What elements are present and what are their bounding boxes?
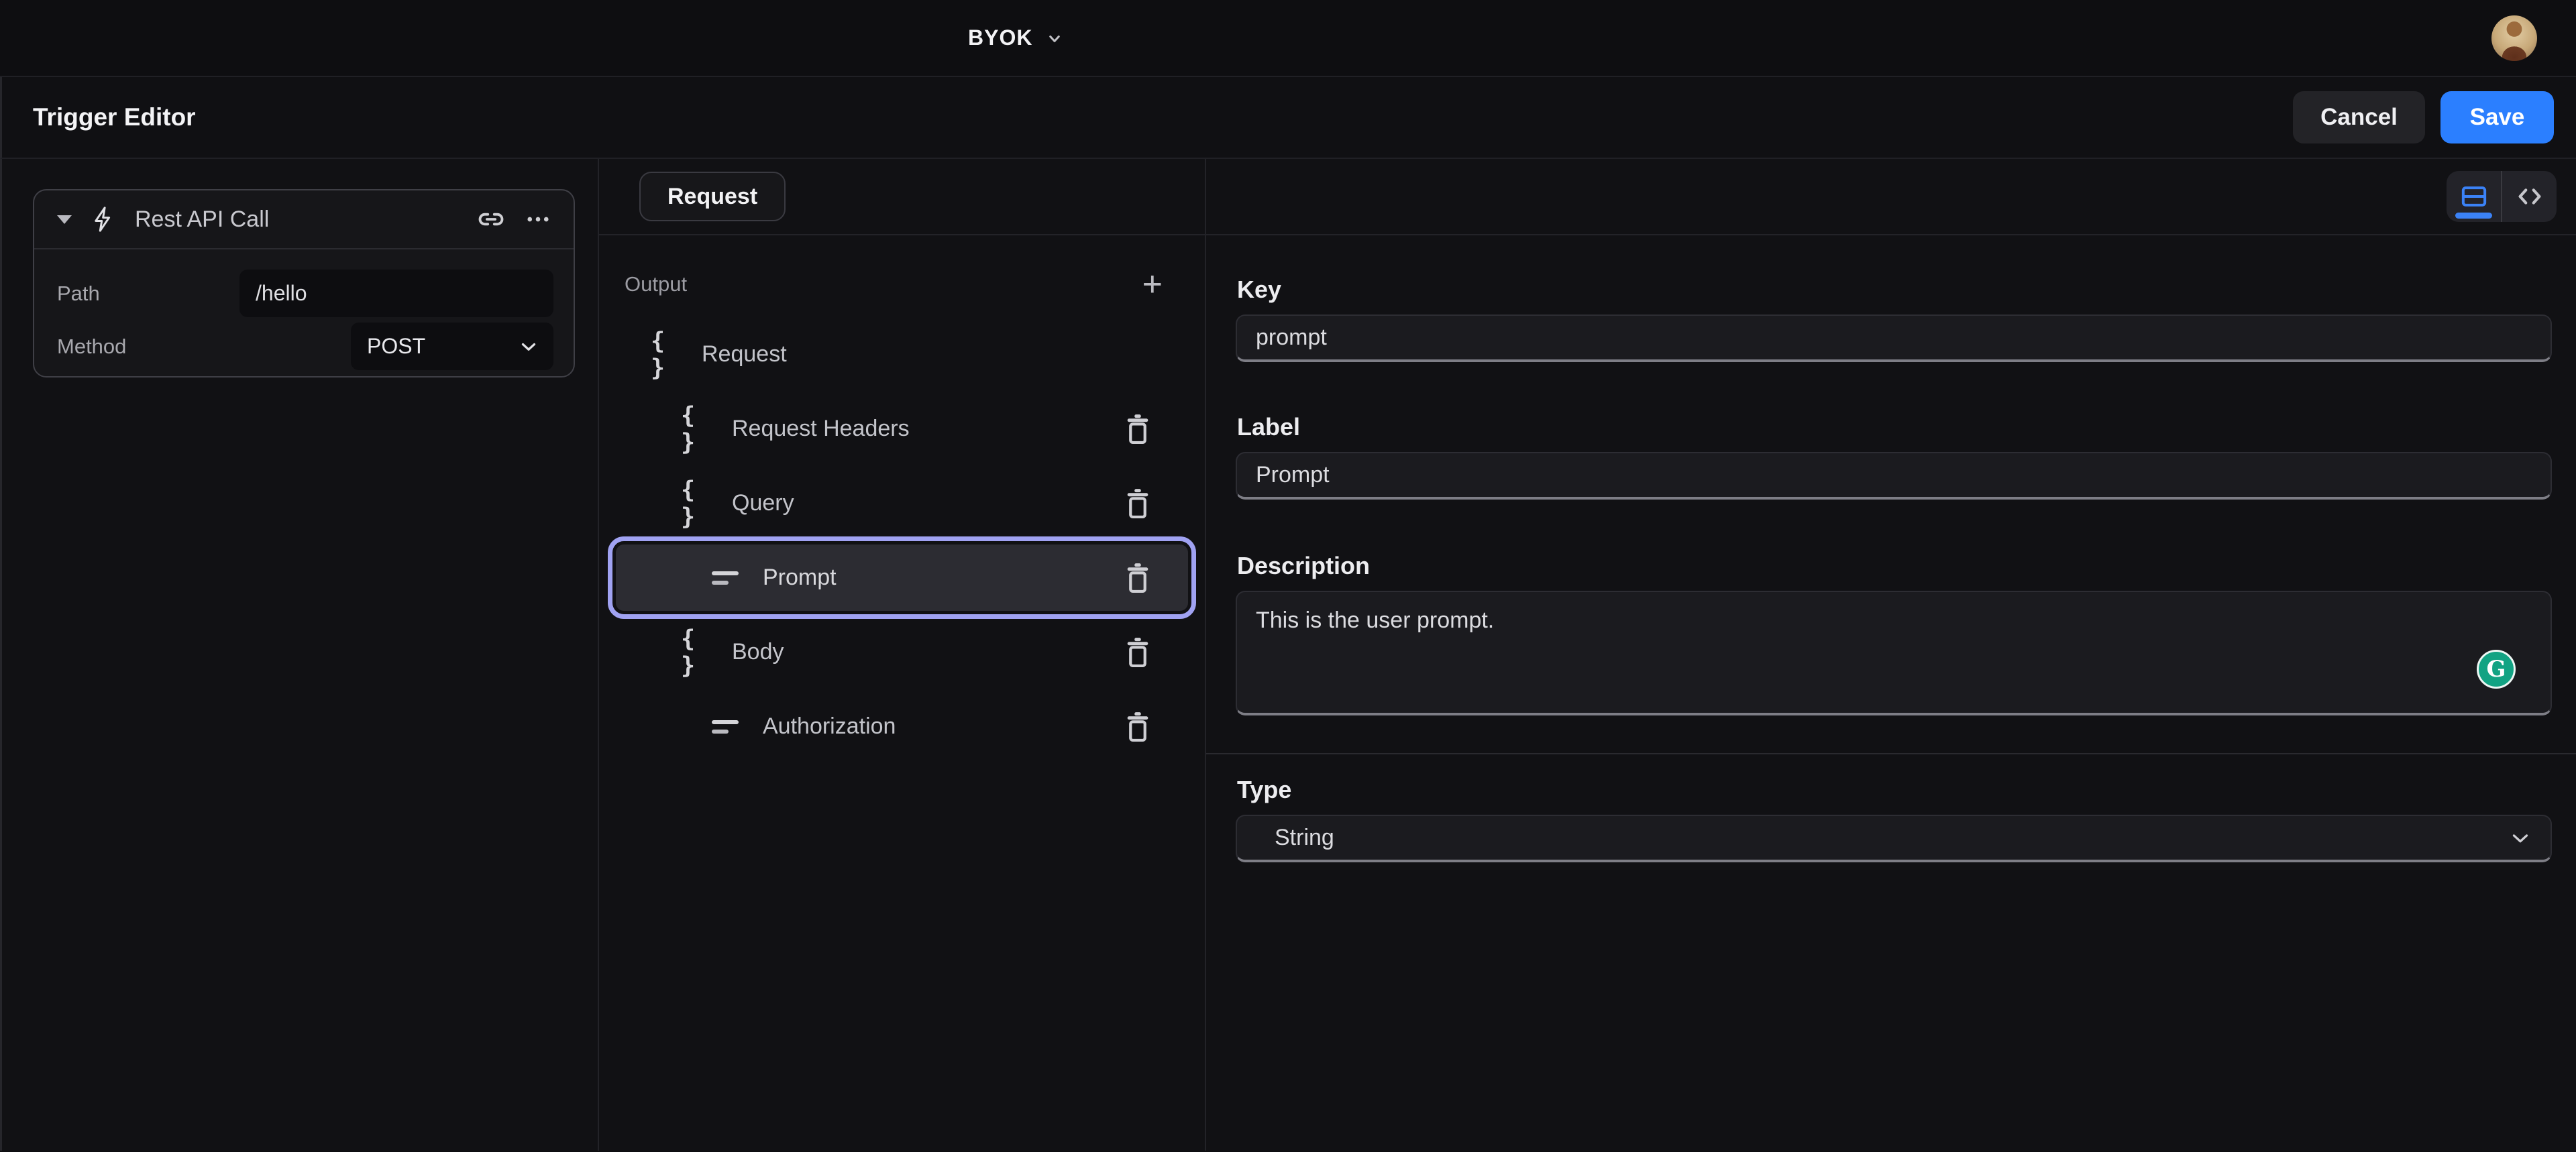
node-canvas-panel: Rest API Call Path Method POST	[2, 159, 599, 1151]
code-view-toggle[interactable]	[2502, 171, 2557, 222]
label-label: Label	[1237, 413, 2552, 441]
method-field-row: Method POST	[54, 323, 553, 370]
workspace-name: BYOK	[968, 25, 1032, 50]
node-title: Rest API Call	[135, 207, 269, 233]
schema-panel: Request Output Request Request Headers Q…	[599, 159, 1206, 1151]
tree-item-label: Body	[732, 639, 784, 665]
form-view-toggle[interactable]	[2447, 171, 2502, 222]
workspace-switcher[interactable]: BYOK	[968, 0, 1065, 76]
path-label: Path	[54, 282, 239, 306]
save-button[interactable]: Save	[2440, 91, 2554, 143]
grammarly-icon[interactable]: G	[2477, 650, 2516, 689]
path-field-row: Path	[54, 270, 553, 317]
tree-item-request-headers[interactable]: Request Headers	[616, 392, 1188, 466]
trigger-node-header: Rest API Call	[34, 190, 574, 249]
type-select[interactable]: String	[1236, 815, 2552, 862]
tab-request[interactable]: Request	[639, 172, 786, 221]
add-field-icon[interactable]	[1142, 267, 1163, 302]
tree-item-label: Request	[702, 341, 787, 367]
lightning-bolt-icon	[89, 205, 117, 233]
path-input[interactable]	[239, 270, 553, 317]
trigger-node-body: Path Method POST	[34, 249, 574, 370]
object-braces-icon	[681, 402, 714, 456]
object-braces-icon	[681, 477, 714, 530]
type-label: Type	[1237, 776, 2552, 804]
delete-trash-icon[interactable]	[1122, 561, 1153, 595]
delete-trash-icon[interactable]	[1122, 636, 1153, 669]
string-type-icon	[712, 720, 745, 734]
method-value: POST	[367, 334, 425, 359]
description-textarea[interactable]: This is the user prompt.	[1236, 591, 2552, 715]
schema-panel-header: Request	[599, 159, 1205, 235]
tree-item-label: Request Headers	[732, 416, 910, 442]
more-options-icon[interactable]	[524, 205, 552, 233]
title-bar: Trigger Editor Cancel Save	[0, 77, 2576, 159]
tree-item-request[interactable]: Request	[616, 317, 1188, 392]
tree-item-prompt-selected[interactable]: Prompt	[616, 544, 1188, 611]
trigger-node-card[interactable]: Rest API Call Path Method POST	[33, 189, 575, 378]
link-icon[interactable]	[476, 204, 506, 235]
string-type-icon	[712, 571, 745, 585]
object-braces-icon	[681, 626, 714, 679]
delete-trash-icon[interactable]	[1122, 487, 1153, 520]
tree-item-authorization[interactable]: Authorization	[616, 689, 1188, 764]
output-header-row: Output	[625, 255, 1163, 313]
label-input[interactable]	[1236, 452, 2552, 500]
view-mode-toggle	[2447, 171, 2557, 222]
page-title: Trigger Editor	[33, 103, 196, 131]
code-icon	[2514, 181, 2545, 212]
delete-trash-icon[interactable]	[1122, 412, 1153, 446]
cancel-button[interactable]: Cancel	[2293, 91, 2425, 143]
tree-item-label: Query	[732, 490, 794, 516]
key-input[interactable]	[1236, 314, 2552, 362]
schema-tree: Request Request Headers Query Prompt	[616, 317, 1188, 764]
chevron-down-icon	[517, 335, 540, 358]
collapse-caret-icon[interactable]	[57, 215, 72, 224]
tree-item-label: Authorization	[763, 713, 896, 740]
delete-trash-icon[interactable]	[1122, 710, 1153, 744]
output-label: Output	[625, 272, 687, 296]
top-bar: BYOK	[0, 0, 2576, 77]
chevron-down-icon	[1044, 28, 1065, 48]
object-braces-icon	[651, 328, 684, 382]
detail-panel-header	[1206, 159, 2576, 235]
section-divider	[1206, 753, 2576, 754]
chevron-down-icon	[2508, 825, 2533, 851]
title-actions: Cancel Save	[2293, 91, 2554, 143]
tree-item-label: Prompt	[763, 565, 837, 591]
avatar[interactable]	[2491, 15, 2537, 61]
field-detail-panel: Key Label Description This is the user p…	[1206, 159, 2576, 1151]
description-label: Description	[1237, 552, 2552, 580]
key-label: Key	[1237, 276, 2552, 304]
type-section: Type String	[1236, 776, 2552, 862]
method-label: Method	[54, 335, 351, 359]
editor-content: Rest API Call Path Method POST	[0, 159, 2576, 1151]
description-wrapper: This is the user prompt. G	[1236, 591, 2552, 715]
form-view-icon	[2459, 182, 2489, 211]
detail-form: Key Label Description This is the user p…	[1206, 235, 2576, 862]
tree-item-body[interactable]: Body	[616, 615, 1188, 689]
type-value: String	[1275, 825, 1334, 851]
tree-item-query[interactable]: Query	[616, 466, 1188, 540]
method-select[interactable]: POST	[351, 323, 553, 370]
